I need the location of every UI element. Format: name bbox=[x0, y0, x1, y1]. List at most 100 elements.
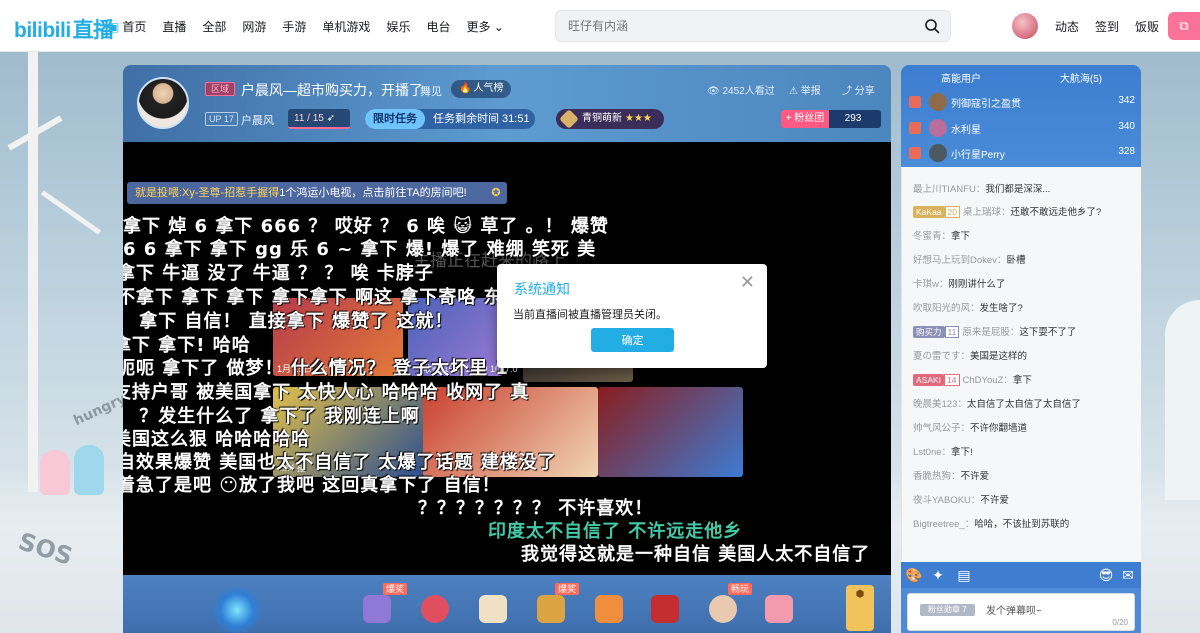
rank-user-name: 列御寇引之盈贯 bbox=[951, 99, 1021, 110]
chat-message: ASAKI 14 ChDYouZ：拿下 bbox=[913, 372, 1032, 386]
emote-panel-icon[interactable]: ▤ bbox=[955, 566, 973, 584]
report-button[interactable]: ⚠ 举报 bbox=[789, 82, 821, 97]
sign-in-link[interactable]: 签到 bbox=[1095, 18, 1119, 35]
gift-character-icon[interactable] bbox=[709, 595, 737, 623]
dialog-message: 当前直播间被直播管理员关闭。 bbox=[513, 309, 667, 321]
tab-high-energy-users[interactable]: 高能用户 bbox=[901, 70, 1021, 85]
nav-item-all[interactable]: 全部 bbox=[202, 18, 226, 35]
room-category[interactable]: 舞见 bbox=[420, 83, 442, 99]
gift-bar: 爆奖 爆奖 畅玩 ⬢ bbox=[123, 575, 891, 633]
nav-item-live[interactable]: 直播 bbox=[162, 18, 186, 35]
chat-text: 还敢不敢远走他乡了? bbox=[1010, 207, 1102, 218]
sunglasses-emoji-icon[interactable]: 😎 bbox=[1097, 566, 1115, 584]
streamer-avatar[interactable] bbox=[137, 77, 189, 129]
chat-text: 这下耍不了了 bbox=[1019, 327, 1077, 338]
chat-message: Lst0ne：拿下! bbox=[913, 444, 973, 458]
chat-user[interactable]: 夜斗YABOKU： bbox=[913, 495, 980, 506]
search-icon[interactable] bbox=[924, 18, 940, 34]
gift-cow-icon[interactable] bbox=[479, 595, 507, 623]
fans-progress[interactable]: 11 / 15 ➶ bbox=[288, 109, 350, 129]
fan-club-button[interactable]: + 粉丝团 293 bbox=[781, 110, 881, 128]
close-icon[interactable]: ✕ bbox=[740, 273, 755, 291]
area-tag: 区域 bbox=[205, 82, 236, 96]
share-button[interactable]: ⤴ 分享 bbox=[842, 82, 875, 97]
start-live-button[interactable]: ⧉ bbox=[1168, 12, 1200, 40]
gift-box-icon[interactable] bbox=[363, 595, 391, 623]
popularity-badge[interactable]: 🔥 人气榜 bbox=[451, 80, 512, 98]
message-icon[interactable]: ✉ bbox=[1119, 566, 1137, 584]
gift-wand-icon[interactable] bbox=[537, 595, 565, 623]
chat-message: 卡琪w：刚刚讲什么了 bbox=[913, 276, 1005, 290]
chat-message: 好想马上玩到Dokev：卧槽 bbox=[913, 252, 1025, 266]
fan-medal[interactable]: KaKaa bbox=[913, 206, 945, 218]
gift-heart-icon[interactable] bbox=[421, 595, 449, 623]
eye-icon: 👁 bbox=[707, 86, 723, 97]
rank-row[interactable]: 水利星 340 bbox=[909, 119, 1135, 137]
rank-user-name: 水利星 bbox=[951, 125, 981, 136]
nav-menu: ▣ 首页 直播 全部 网游 手游 单机游戏 娱乐 电台 更多 ⌄ bbox=[108, 18, 520, 35]
chat-user[interactable]: 吹取阳光的风： bbox=[913, 303, 980, 314]
chat-user[interactable]: Bigtreetree_： bbox=[913, 519, 974, 530]
star-effect-icon[interactable]: ✦ bbox=[929, 566, 947, 584]
confirm-button[interactable]: 确定 bbox=[591, 328, 674, 352]
chat-user[interactable]: 原来是屁股： bbox=[962, 327, 1019, 338]
chat-message: KaKaa 20 桌上瑞球：还敢不敢远走他乡了? bbox=[913, 204, 1101, 218]
limited-task-button[interactable]: 限时任务 任务剩余时间 31:51 bbox=[365, 109, 535, 129]
nav-item-more[interactable]: 更多 ⌄ bbox=[466, 18, 503, 35]
chat-user[interactable]: 冬蜜青： bbox=[913, 231, 951, 242]
chat-user[interactable]: ChDYouZ： bbox=[963, 375, 1013, 386]
chat-user[interactable]: 夏の雷です： bbox=[913, 351, 970, 362]
gift-treasure-icon[interactable] bbox=[595, 595, 623, 623]
gift-pig-icon[interactable] bbox=[765, 595, 793, 623]
chat-text: 拿下 bbox=[951, 231, 971, 242]
chat-text: 太自信了太自信了太自信了 bbox=[966, 399, 1081, 410]
task-label: 限时任务 bbox=[365, 109, 425, 129]
igloo bbox=[1165, 300, 1200, 500]
input-fan-medal[interactable]: 粉丝勋章 7 bbox=[920, 604, 975, 616]
search-input[interactable] bbox=[556, 11, 896, 41]
nav-item-home[interactable]: ▣ 首页 bbox=[108, 18, 146, 35]
chat-user[interactable]: 好想马上玩到Dokev： bbox=[913, 255, 1006, 266]
share-icon: ⤴ bbox=[842, 86, 855, 97]
nav-item-entertainment[interactable]: 娱乐 bbox=[386, 18, 410, 35]
fan-medal[interactable]: ASAKI bbox=[913, 374, 945, 386]
fan-medal-level: 14 bbox=[944, 374, 960, 386]
palette-icon[interactable]: 🎨 bbox=[905, 566, 923, 584]
user-avatar[interactable] bbox=[1012, 13, 1038, 39]
streamer-level: UP 17 bbox=[205, 112, 238, 126]
fan-link[interactable]: 饭贩 bbox=[1135, 18, 1159, 35]
fan-club-count: 293 bbox=[844, 113, 862, 124]
rank-badge[interactable]: 青铜萌新 ★★★ bbox=[556, 109, 664, 129]
rank-row[interactable]: 小行星Perry 328 bbox=[909, 144, 1135, 162]
tab-guard[interactable]: 大航海(5) bbox=[1021, 70, 1141, 85]
chat-user[interactable]: 最上川TIANFU： bbox=[913, 184, 985, 195]
dynamics-link[interactable]: 动态 bbox=[1055, 18, 1079, 35]
nav-item-single-player[interactable]: 单机游戏 bbox=[322, 18, 370, 35]
chat-user[interactable]: 帅气风公子： bbox=[913, 423, 970, 434]
tv-icon: ▣ bbox=[108, 20, 120, 34]
nav-item-online-games[interactable]: 网游 bbox=[242, 18, 266, 35]
nav-item-mobile-games[interactable]: 手游 bbox=[282, 18, 306, 35]
chat-user[interactable]: 卡琪w： bbox=[913, 279, 948, 290]
notice-prefix: 就是 bbox=[135, 187, 157, 199]
rank-stars: ★★★ bbox=[625, 113, 652, 124]
chat-user[interactable]: Lst0ne： bbox=[913, 447, 951, 458]
rank-header: 高能用户 大航海(5) 列御寇引之盈贯 342 水利星 340 小行星Perry… bbox=[901, 65, 1141, 167]
chat-messages[interactable]: 最上川TIANFU：我们都是深深... KaKaa 20 桌上瑞球：还敢不敢远走他乡… bbox=[901, 167, 1141, 562]
rank-score: 328 bbox=[1118, 146, 1135, 157]
chat-user[interactable]: 香脆热狗： bbox=[913, 471, 961, 482]
chat-user[interactable]: 晚晨美123： bbox=[913, 399, 967, 410]
fan-crest-icon[interactable] bbox=[209, 587, 265, 633]
input-char-count: 0/20 bbox=[1112, 618, 1128, 627]
danmaku-input[interactable]: 粉丝勋章 7 发个弹幕呗~ 0/20 bbox=[907, 593, 1135, 631]
rank-row[interactable]: 列御寇引之盈贯 342 bbox=[909, 93, 1135, 111]
gift-package-button[interactable]: ⬢ bbox=[846, 585, 874, 631]
gift-notice-banner[interactable]: 就是投喂:Xy-圣尊-招惹手握得1个鸿运小电视，点击前往TA的房间吧! ✪ bbox=[127, 182, 507, 204]
gem-icon bbox=[559, 109, 579, 129]
gift-red-envelope-icon[interactable] bbox=[651, 595, 679, 623]
nav-item-radio[interactable]: 电台 bbox=[426, 18, 450, 35]
bilibili-live-logo[interactable]: bilibili直播 bbox=[14, 14, 114, 44]
streamer-name[interactable]: 户晨风 bbox=[241, 112, 274, 128]
fan-medal[interactable]: 购买力 bbox=[913, 326, 945, 338]
chat-user[interactable]: 桌上瑞球： bbox=[963, 207, 1011, 218]
